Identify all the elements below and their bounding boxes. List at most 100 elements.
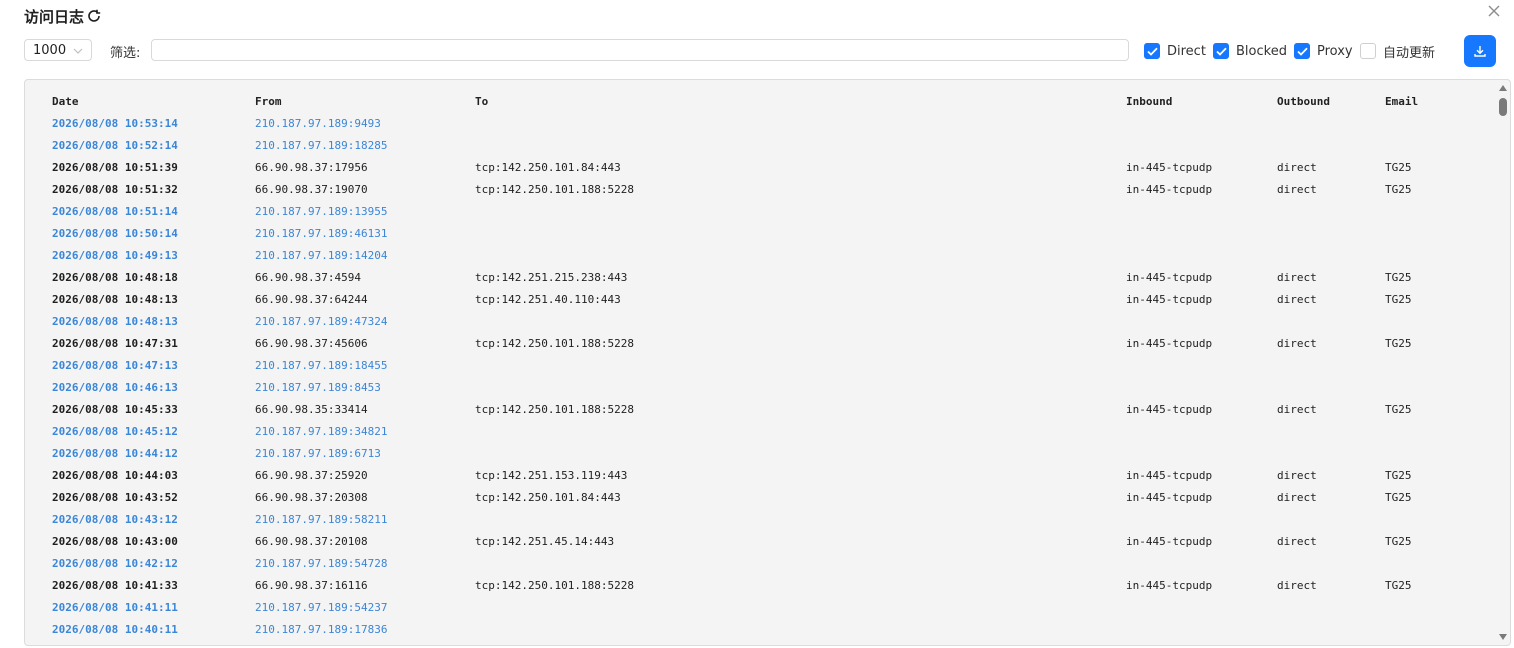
- page-title: 访问日志: [24, 7, 85, 26]
- cell-email: TG25: [1385, 469, 1412, 482]
- cell-to: tcp:142.251.45.14:443: [475, 535, 615, 548]
- table-row: 2026/08/08 10:47:13 210.187.97.189:18455: [25, 355, 1495, 377]
- cell-email: TG25: [1385, 579, 1412, 592]
- cell-inbound: in-445-tcpudp: [1126, 161, 1213, 174]
- checkbox-auto-update[interactable]: 自动更新: [1360, 42, 1436, 61]
- checkbox-direct[interactable]: Direct: [1144, 42, 1206, 60]
- table-row: 2026/08/08 10:40:11 210.187.97.189:17836: [25, 619, 1495, 641]
- table-row: 2026/08/08 10:50:14 210.187.97.189:46131: [25, 223, 1495, 245]
- table-row: 2026/08/08 10:53:14 210.187.97.189:9493: [25, 113, 1495, 135]
- cell-to: tcp:142.250.101.188:5228: [475, 579, 634, 592]
- cell-from: 210.187.97.189:47324: [255, 315, 388, 328]
- cell-date: 2026/08/08 10:48:18: [52, 271, 178, 284]
- checkbox-auto-update-box[interactable]: [1360, 43, 1376, 59]
- limit-select-value: 1000: [33, 43, 67, 58]
- filter-label: 筛选:: [110, 46, 141, 61]
- download-button[interactable]: [1464, 35, 1496, 67]
- scroll-up-arrow[interactable]: [1499, 84, 1507, 92]
- cell-email: TG25: [1385, 403, 1412, 416]
- cell-from: 210.187.97.189:46131: [255, 227, 388, 240]
- cell-inbound: in-445-tcpudp: [1126, 491, 1213, 504]
- column-header-from: From: [255, 95, 282, 108]
- cell-from: 66.90.98.37:64244: [255, 293, 368, 306]
- close-icon[interactable]: [1486, 3, 1502, 19]
- checkbox-proxy-box[interactable]: [1294, 43, 1310, 59]
- table-row: 2026/08/08 10:47:31 66.90.98.37:45606 tcp:…: [25, 333, 1495, 355]
- table-row: 2026/08/08 10:44:12 210.187.97.189:6713: [25, 443, 1495, 465]
- cell-from: 210.187.97.189:8453: [255, 381, 381, 394]
- cell-date: 2026/08/08 10:46:13: [52, 381, 178, 394]
- cell-from: 66.90.98.37:25920: [255, 469, 368, 482]
- table-row: 2026/08/08 10:42:12 210.187.97.189:54728: [25, 553, 1495, 575]
- cell-from: 210.187.97.189:18285: [255, 139, 388, 152]
- cell-inbound: in-445-tcpudp: [1126, 337, 1213, 350]
- checkbox-proxy[interactable]: Proxy: [1294, 42, 1353, 60]
- cell-from: 210.187.97.189:14204: [255, 249, 388, 262]
- cell-email: TG25: [1385, 337, 1412, 350]
- table-row: 2026/08/08 10:48:18 66.90.98.37:4594 tcp:1…: [25, 267, 1495, 289]
- cell-date: 2026/08/08 10:53:14: [52, 117, 178, 130]
- column-header-to: To: [475, 95, 489, 108]
- log-header-row: Date From To Inbound Outbound Email: [25, 91, 1495, 113]
- log-panel[interactable]: Date From To Inbound Outbound Email 2026…: [24, 79, 1511, 646]
- refresh-icon[interactable]: [86, 8, 102, 24]
- cell-date: 2026/08/08 10:44:12: [52, 447, 178, 460]
- cell-email: TG25: [1385, 271, 1412, 284]
- cell-outbound: direct: [1277, 271, 1317, 284]
- scrollbar-thumb[interactable]: [1499, 98, 1507, 116]
- column-header-date: Date: [52, 95, 79, 108]
- cell-inbound: in-445-tcpudp: [1126, 403, 1213, 416]
- cell-to: tcp:142.251.40.110:443: [475, 293, 621, 306]
- table-row: 2026/08/08 10:43:52 66.90.98.37:20308 tcp:…: [25, 487, 1495, 509]
- cell-from: 66.90.98.37:19070: [255, 183, 368, 196]
- cell-email: TG25: [1385, 535, 1412, 548]
- cell-date: 2026/08/08 10:51:14: [52, 205, 178, 218]
- checkbox-blocked-box[interactable]: [1213, 43, 1229, 59]
- checkbox-proxy-label: Proxy: [1317, 43, 1353, 59]
- filter-input[interactable]: [151, 39, 1129, 61]
- cell-email: TG25: [1385, 293, 1412, 306]
- checkbox-blocked[interactable]: Blocked: [1213, 42, 1287, 60]
- check-icon: [1146, 47, 1158, 56]
- cell-date: 2026/08/08 10:41:33: [52, 579, 178, 592]
- cell-date: 2026/08/08 10:51:32: [52, 183, 178, 196]
- cell-from: 66.90.98.37:17956: [255, 161, 368, 174]
- table-row: 2026/08/08 10:43:12 210.187.97.189:58211: [25, 509, 1495, 531]
- cell-outbound: direct: [1277, 337, 1317, 350]
- cell-date: 2026/08/08 10:41:11: [52, 601, 178, 614]
- cell-date: 2026/08/08 10:47:31: [52, 337, 178, 350]
- table-row: 2026/08/08 10:51:14 210.187.97.189:13955: [25, 201, 1495, 223]
- cell-date: 2026/08/08 10:45:12: [52, 425, 178, 438]
- table-row: 2026/08/08 10:51:32 66.90.98.37:19070 tcp:…: [25, 179, 1495, 201]
- cell-from: 66.90.98.37:20308: [255, 491, 368, 504]
- column-header-outbound: Outbound: [1277, 95, 1330, 108]
- column-header-inbound: Inbound: [1126, 95, 1173, 108]
- checkbox-direct-box[interactable]: [1144, 43, 1160, 59]
- cell-from: 210.187.97.189:13955: [255, 205, 388, 218]
- cell-inbound: in-445-tcpudp: [1126, 183, 1213, 196]
- download-icon: [1474, 46, 1486, 57]
- cell-outbound: direct: [1277, 579, 1317, 592]
- cell-inbound: in-445-tcpudp: [1126, 271, 1213, 284]
- cell-to: tcp:142.250.101.188:5228: [475, 403, 634, 416]
- cell-outbound: direct: [1277, 403, 1317, 416]
- scroll-down-arrow[interactable]: [1499, 633, 1507, 641]
- limit-select[interactable]: 1000: [24, 39, 92, 61]
- checkbox-auto-update-label: 自动更新: [1383, 45, 1436, 61]
- table-row: 2026/08/08 10:52:14 210.187.97.189:18285: [25, 135, 1495, 157]
- cell-to: tcp:142.250.101.84:443: [475, 161, 621, 174]
- checkbox-direct-label: Direct: [1167, 43, 1206, 59]
- table-row: 2026/08/08 10:48:13 210.187.97.189:47324: [25, 311, 1495, 333]
- table-row: 2026/08/08 10:44:03 66.90.98.37:25920 tcp:…: [25, 465, 1495, 487]
- cell-from: 210.187.97.189:54728: [255, 557, 388, 570]
- cell-from: 210.187.97.189:54237: [255, 601, 388, 614]
- table-row: 2026/08/08 10:45:33 66.90.98.35:33414 tcp:…: [25, 399, 1495, 421]
- cell-email: TG25: [1385, 161, 1412, 174]
- cell-date: 2026/08/08 10:43:00: [52, 535, 178, 548]
- cell-to: tcp:142.250.101.188:5228: [475, 183, 634, 196]
- cell-outbound: direct: [1277, 491, 1317, 504]
- dialog-header: 访问日志: [24, 4, 102, 28]
- cell-date: 2026/08/08 10:48:13: [52, 315, 178, 328]
- cell-from: 66.90.98.37:20108: [255, 535, 368, 548]
- column-header-email: Email: [1385, 95, 1419, 108]
